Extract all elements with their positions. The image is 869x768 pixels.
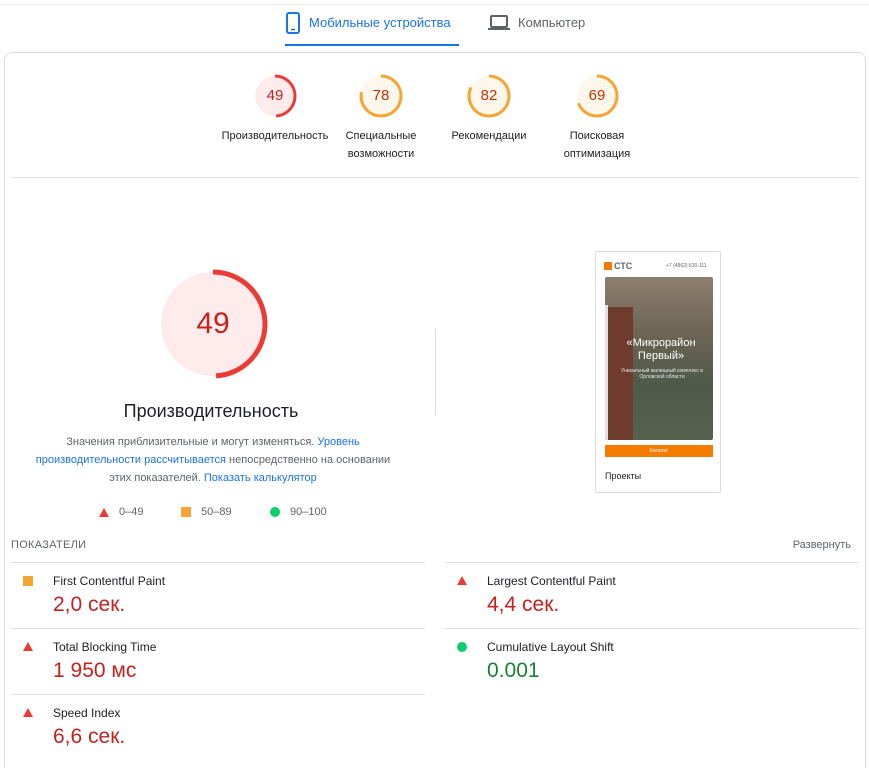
site-logo-text: СТС <box>614 261 633 271</box>
metric-name: First Contentful Paint <box>53 574 166 588</box>
metric-name: Largest Contentful Paint <box>487 574 616 588</box>
calculator-link[interactable]: Показать калькулятор <box>204 472 317 484</box>
gauge-score: 69 <box>588 87 606 104</box>
performance-gauge: 49 <box>155 266 271 382</box>
circle-icon <box>270 507 280 517</box>
active-tab-indicator <box>285 44 459 46</box>
metric-value: 6,6 сек. <box>53 725 126 748</box>
gauge-label: Рекомендации <box>451 130 527 142</box>
metric-value: 0.001 <box>487 659 540 682</box>
legend-fail: 0–49 <box>99 506 143 518</box>
logo-mark <box>604 262 612 270</box>
metric-name: Speed Index <box>53 706 121 720</box>
gauge-score: 49 <box>266 87 284 104</box>
gauge-ring: 82 <box>466 73 512 119</box>
gauge-ring: 78 <box>358 73 404 119</box>
report-card: 49 Производительность 78 Специальные воз… <box>4 52 866 768</box>
smartphone-icon <box>286 12 300 34</box>
vertical-divider <box>435 329 436 415</box>
metric-name: Total Blocking Time <box>53 640 157 654</box>
legend-pass-label: 90–100 <box>290 506 327 518</box>
metric-tbt: Total Blocking Time 1 950 мс <box>11 628 425 694</box>
legend-fail-label: 0–49 <box>119 506 144 518</box>
gauge-label: Производительность <box>221 130 329 142</box>
metric-fcp: First Contentful Paint 2,0 сек. <box>11 562 425 628</box>
gauge-ring: 69 <box>574 73 620 119</box>
gauge-best-practices[interactable]: 82 Рекомендации <box>429 73 549 145</box>
site-headline: «Микрорайон Первый» <box>626 337 696 362</box>
triangle-icon <box>457 576 467 585</box>
gauge-performance[interactable]: 49 Производительность <box>215 73 335 145</box>
triangle-icon <box>23 642 33 651</box>
performance-score: 49 <box>196 307 230 340</box>
tab-mobile-label: Мобильные устройства <box>309 15 451 30</box>
site-hero-image: «Микрорайон Первый» Уникальный жилищный … <box>605 277 713 440</box>
performance-description: Значения приблизительные и могут изменят… <box>27 433 399 487</box>
legend-average: 50–89 <box>181 506 232 518</box>
site-subtitle: Уникальный жилищный комплекс в Орловской… <box>621 368 703 380</box>
metric-value: 4,4 сек. <box>487 593 560 616</box>
gauge-label: Поисковая оптимизация <box>563 130 631 160</box>
gauge-seo[interactable]: 69 Поисковая оптимизация <box>537 73 657 163</box>
metrics-heading: ПОКАЗАТЕЛИ <box>11 539 87 551</box>
section-divider <box>11 177 859 178</box>
tab-desktop-label: Компьютер <box>518 15 586 30</box>
description-text-1: Значения приблизительные и могут изменят… <box>66 436 315 448</box>
site-phone: +7 (4862) 630-111 <box>666 263 707 269</box>
square-icon <box>181 507 191 517</box>
device-tabs: Мобильные устройства Компьютер <box>0 0 869 48</box>
square-icon <box>23 576 33 586</box>
tab-desktop[interactable]: Компьютер <box>488 12 598 46</box>
site-cta-button: Каталог <box>605 445 713 457</box>
laptop-icon <box>488 15 510 30</box>
site-section-title: Проекты <box>605 471 642 481</box>
triangle-icon <box>23 708 33 717</box>
metric-value: 2,0 сек. <box>53 593 126 616</box>
legend-average-label: 50–89 <box>201 506 232 518</box>
expand-toggle[interactable]: Развернуть <box>793 539 851 551</box>
gauge-score: 82 <box>480 87 498 104</box>
metric-cls: Cumulative Layout Shift 0.001 <box>445 628 859 694</box>
gauge-accessibility[interactable]: 78 Специальные возможности <box>321 73 441 163</box>
final-screenshot: СТС +7 (4862) 630-111 «Микрорайон Первый… <box>595 251 721 493</box>
performance-title: Производительность <box>123 401 299 421</box>
gauge-score: 78 <box>372 87 390 104</box>
metric-speed-index: Speed Index 6,6 сек. <box>11 694 425 760</box>
metric-value: 1 950 мс <box>53 659 137 682</box>
legend-pass: 90–100 <box>270 506 327 518</box>
metric-lcp: Largest Contentful Paint 4,4 сек. <box>445 562 859 628</box>
gauge-label: Специальные возможности <box>345 130 417 160</box>
circle-icon <box>457 642 467 652</box>
building-edge <box>605 305 608 440</box>
gauge-ring: 49 <box>252 73 298 119</box>
metric-name: Cumulative Layout Shift <box>487 640 614 654</box>
tab-mobile[interactable]: Мобильные устройства <box>285 12 459 46</box>
site-logo: СТС <box>604 261 632 271</box>
triangle-icon <box>99 507 109 517</box>
